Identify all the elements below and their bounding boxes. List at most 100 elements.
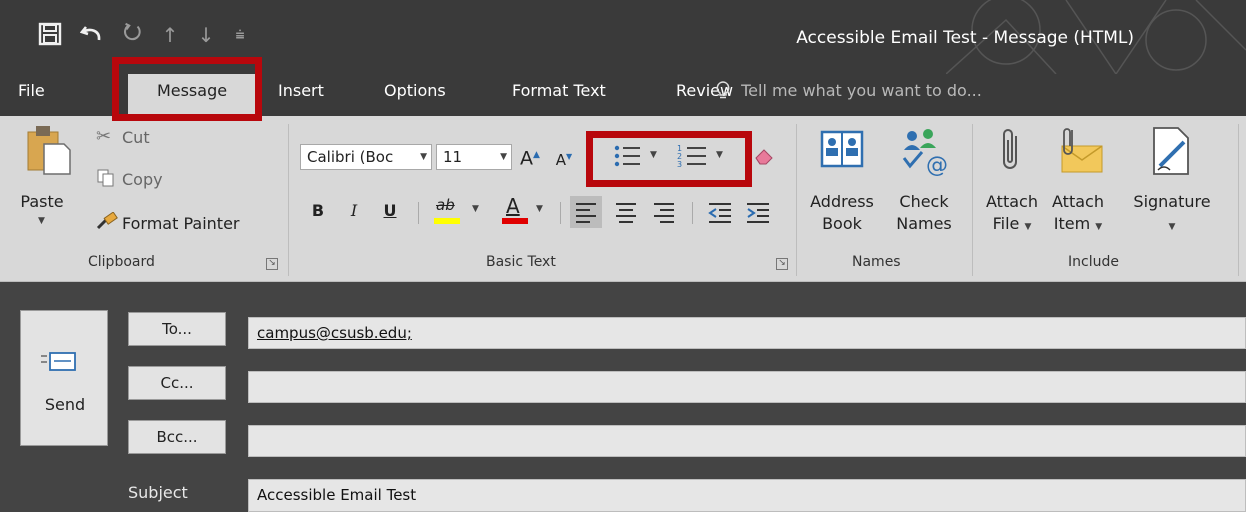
numbering-dropdown-icon: ▼: [716, 150, 723, 160]
svg-text:@: @: [926, 153, 948, 178]
bullets-button[interactable]: ▼: [612, 142, 664, 172]
attach-item-button[interactable]: Attach Item ▼: [1046, 124, 1110, 244]
group-separator: [288, 124, 289, 276]
bold-button[interactable]: B: [306, 198, 330, 224]
down-arrow-icon[interactable]: ↓: [192, 22, 220, 48]
redo-icon[interactable]: [118, 22, 146, 49]
check-names-label-1: Check: [899, 192, 949, 211]
undo-icon[interactable]: [78, 22, 106, 51]
font-size-combo[interactable]: 11 ▼: [436, 144, 512, 170]
highlight-button[interactable]: ab ▼: [432, 196, 488, 228]
copy-label: Copy: [122, 170, 163, 189]
attach-item-label-1: Attach: [1052, 192, 1104, 211]
underline-button[interactable]: U: [378, 198, 402, 224]
tab-insert[interactable]: Insert: [266, 74, 336, 116]
shrink-font-button[interactable]: A▼: [552, 144, 576, 173]
basic-text-dialog-launcher[interactable]: ↘: [776, 258, 788, 270]
grow-font-label: A: [520, 147, 534, 170]
save-icon[interactable]: [36, 22, 64, 51]
decrease-indent-icon: [708, 203, 731, 223]
signature-button[interactable]: Signature ▼: [1116, 124, 1228, 244]
bcc-field[interactable]: [248, 425, 1246, 457]
format-separator: [418, 202, 419, 224]
attach-file-button[interactable]: Attach File ▼: [982, 124, 1042, 244]
copy-icon: [96, 168, 116, 192]
paste-label: Paste: [20, 192, 64, 211]
signature-icon: [1153, 127, 1189, 175]
decrease-indent-button[interactable]: [704, 196, 736, 228]
to-field[interactable]: campus@csusb.edu;: [248, 317, 1246, 349]
compose-header: Send To... Cc... Bcc... campus@csusb.edu…: [0, 282, 1246, 512]
attach-item-label-2: Item ▼: [1053, 214, 1103, 233]
increase-indent-icon: [747, 203, 769, 223]
address-book-icon: [820, 130, 864, 168]
subject-field[interactable]: Accessible Email Test: [248, 479, 1246, 512]
cut-button[interactable]: ✂ Cut: [96, 126, 216, 150]
check-names-button[interactable]: @ Check Names: [886, 124, 962, 244]
clear-formatting-button[interactable]: [752, 144, 778, 172]
align-right-button[interactable]: [648, 196, 680, 228]
ribbon-tab-bar: File Message Insert Options Format Text …: [0, 74, 1246, 116]
title-bar: ↑ ↓ ⩧ Accessible Email Test - Message (H…: [0, 0, 1246, 74]
paste-button[interactable]: Paste ▼: [20, 124, 82, 234]
cut-label: Cut: [122, 128, 150, 147]
attach-file-label-1: Attach: [986, 192, 1038, 211]
send-button[interactable]: Send: [20, 310, 108, 446]
format-separator: [560, 202, 561, 224]
clipboard-dialog-launcher[interactable]: ↘: [266, 258, 278, 270]
bcc-button[interactable]: Bcc...: [128, 420, 226, 454]
paintbrush-icon: [96, 211, 118, 236]
address-book-label-1: Address: [810, 192, 874, 211]
to-button[interactable]: To...: [128, 312, 226, 346]
format-painter-button[interactable]: Format Painter: [96, 211, 276, 236]
clipboard-group-label: Clipboard: [88, 254, 155, 270]
cc-button[interactable]: Cc...: [128, 366, 226, 400]
increase-indent-button[interactable]: [742, 196, 774, 228]
font-name-dropdown-icon: ▼: [420, 152, 427, 162]
font-color-button[interactable]: A ▼: [500, 194, 552, 228]
font-color-label: A: [506, 194, 520, 218]
tell-me-search[interactable]: Tell me what you want to do...: [716, 74, 982, 108]
signature-label: Signature: [1133, 192, 1211, 211]
check-names-icon: @: [902, 129, 948, 178]
align-left-icon: [576, 203, 596, 223]
shrink-font-label: A: [555, 151, 567, 169]
include-group-label: Include: [1068, 254, 1119, 270]
numbering-button[interactable]: 1 2 3 ▼: [676, 142, 732, 172]
tell-me-text: Tell me what you want to do...: [741, 81, 982, 100]
up-arrow-icon[interactable]: ↑: [156, 22, 184, 48]
paperclip-icon: [1003, 129, 1017, 169]
copy-button[interactable]: Copy: [96, 168, 216, 192]
tab-file[interactable]: File: [6, 74, 57, 116]
shrink-font-caret-icon: ▼: [566, 152, 573, 161]
highlight-label: ab: [436, 196, 455, 214]
address-book-label-2: Book: [822, 214, 862, 233]
address-book-button[interactable]: Address Book: [806, 124, 878, 244]
basic-text-group-label: Basic Text: [486, 254, 556, 270]
font-color-dropdown-icon: ▼: [536, 204, 543, 214]
align-right-icon: [654, 203, 674, 223]
tab-format-text[interactable]: Format Text: [500, 74, 618, 116]
recipient-address[interactable]: campus@csusb.edu;: [257, 324, 412, 342]
font-size-dropdown-icon: ▼: [500, 152, 507, 162]
align-left-button[interactable]: [570, 196, 602, 228]
highlight-color-swatch: [434, 218, 460, 224]
signature-dropdown-icon: ▼: [1168, 222, 1176, 232]
align-center-icon: [616, 203, 636, 223]
font-name-combo[interactable]: Calibri (Boc ▼: [300, 144, 432, 170]
tab-message[interactable]: Message: [128, 74, 256, 116]
lightbulb-icon: [716, 81, 735, 100]
align-center-button[interactable]: [610, 196, 642, 228]
italic-button[interactable]: I: [342, 198, 366, 224]
group-separator: [796, 124, 797, 276]
names-group-label: Names: [852, 254, 901, 270]
customize-qat-icon[interactable]: ⩧: [226, 22, 254, 48]
cc-field[interactable]: [248, 371, 1246, 403]
bullets-icon: [614, 145, 640, 167]
group-separator: [972, 124, 973, 276]
check-names-label-2: Names: [896, 214, 952, 233]
bullets-dropdown-icon: ▼: [650, 150, 657, 160]
format-separator: [692, 202, 693, 224]
grow-font-button[interactable]: A▲: [516, 142, 544, 171]
tab-options[interactable]: Options: [372, 74, 458, 116]
